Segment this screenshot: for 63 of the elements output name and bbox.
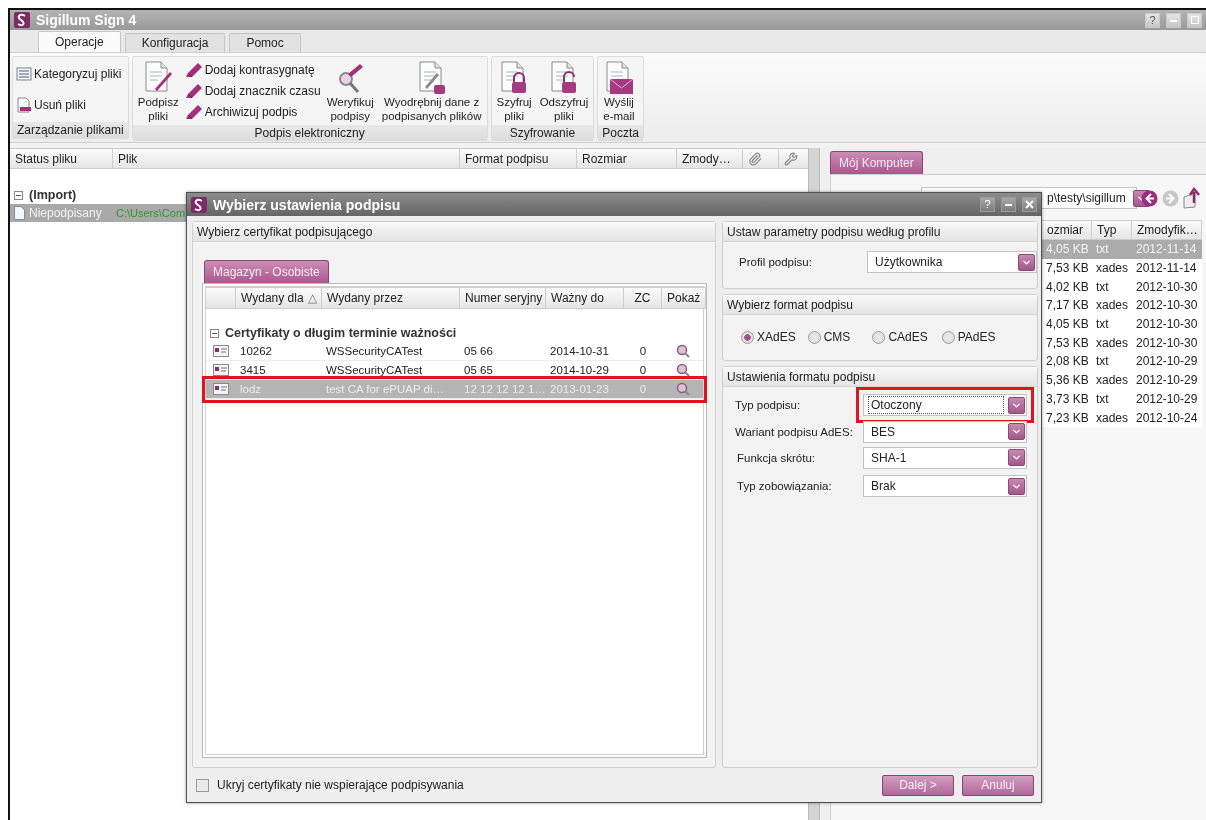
table-cell-text: txt <box>1095 278 1110 296</box>
table-cell-text: 2012-10-30 <box>1135 297 1199 315</box>
table-cell-text: 2013-01-23 <box>549 382 610 397</box>
table-cell-text: WSSecurityCATest <box>325 363 424 378</box>
group-label: Poczta <box>598 125 643 141</box>
table-cell-text: 0 <box>638 363 648 378</box>
field-label: Typ podpisu: <box>735 399 802 411</box>
table-cell: Niepodpisany <box>10 204 113 222</box>
table-cell-text: WSSecurityCATest <box>325 344 424 359</box>
checkbox-label: Ukryj certyfikaty nie wspierające podpisywania <box>217 778 465 792</box>
dialog-title: Wybierz ustawienia podpisu <box>213 196 402 213</box>
table-cell-text: 2014-10-31 <box>549 344 610 359</box>
table-cell-text: 7,17 KB <box>1045 297 1090 315</box>
group-label: Szyfrowanie <box>491 125 594 141</box>
table-cell-text: 2012-10-30 <box>1135 316 1199 334</box>
table-cell-text: txt <box>1095 353 1110 371</box>
panel-heading: Wybierz certyfikat podpisującego <box>193 222 715 242</box>
field-label: Typ zobowiązania: <box>736 480 833 492</box>
group-label: (Import) <box>29 188 77 202</box>
table-cell-text: 2012-10-30 <box>1135 334 1199 352</box>
table-cell-text: 4,02 KB <box>1045 278 1090 296</box>
table-cell-text: xades <box>1095 260 1130 278</box>
table-cell-text: 2012-10-30 <box>1135 278 1199 296</box>
table-cell-text: xades <box>1095 372 1130 390</box>
table-cell-text: 3,73 KB <box>1045 390 1090 408</box>
table-cell-text: 2014-10-29 <box>549 363 610 378</box>
table-cell-text: 5,36 KB <box>1045 372 1090 390</box>
window-title: Sigillum Sign 4 <box>36 12 138 28</box>
panel-heading: Ustaw parametry podpisu według profilu <box>723 222 1037 242</box>
table-cell-text: xades <box>1095 409 1130 427</box>
table-cell-text: 2012-10-24 <box>1135 409 1199 427</box>
panel-heading: Ustawienia formatu podpisu <box>723 367 1037 387</box>
table-cell-text: txt <box>1095 241 1110 259</box>
table-cell-text: txt <box>1095 316 1110 334</box>
table-cell-text: 0 <box>638 344 648 359</box>
table-cell-text: 2012-11-14 <box>1135 260 1198 278</box>
sort-indicator: △ <box>307 291 317 305</box>
table-cell-text: 2012-10-29 <box>1135 390 1199 408</box>
table-cell-text: 2012-10-29 <box>1135 353 1199 371</box>
table-cell-text: 05 65 <box>463 363 494 378</box>
table-cell-text: lodz <box>239 382 263 397</box>
table-cell-text: xades <box>1095 334 1130 352</box>
group-label: Podpis elektroniczny <box>132 125 487 141</box>
table-cell-text: 2,08 KB <box>1045 353 1090 371</box>
table-cell-text: 7,23 KB <box>1045 409 1090 427</box>
table-cell-text: xades <box>1095 297 1130 315</box>
table-cell-text: 4,05 KB <box>1045 241 1090 259</box>
table-cell-text: 05 66 <box>463 344 494 359</box>
table-cell-text: 2012-11-14 <box>1135 241 1198 259</box>
table-cell-text: 10262 <box>239 344 273 359</box>
table-cell-text: 2012-10-29 <box>1135 372 1199 390</box>
group-label: Certyfikaty o długim terminie ważności <box>225 326 457 340</box>
table-cell-text: 4,05 KB <box>1045 316 1090 334</box>
table-cell-text: 3415 <box>239 363 267 378</box>
field-label: Wariant podpisu AdES: <box>735 425 854 438</box>
panel-heading: Wybierz format podpisu <box>723 295 1037 315</box>
table-cell-text: C:\Users\Com <box>115 206 185 221</box>
group-label: Zarządzanie plikami <box>13 122 128 138</box>
table-cell-text: 7,53 KB <box>1045 260 1090 278</box>
field-label: Funkcja skrótu: <box>736 451 816 464</box>
table-cell-text: 7,53 KB <box>1045 334 1090 352</box>
table-cell-text: txt <box>1095 390 1110 408</box>
field-label: Profil podpisu: <box>739 256 813 268</box>
